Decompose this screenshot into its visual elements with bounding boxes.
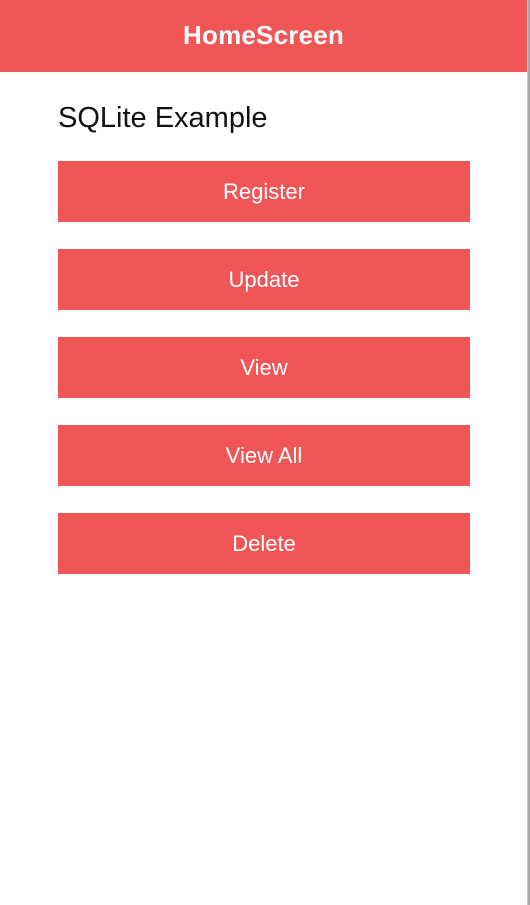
view-all-button[interactable]: View All xyxy=(58,425,470,486)
app-header: HomeScreen xyxy=(0,0,527,72)
delete-button[interactable]: Delete xyxy=(58,513,470,574)
view-button[interactable]: View xyxy=(58,337,470,398)
header-title: HomeScreen xyxy=(183,20,344,50)
page-title: SQLite Example xyxy=(58,102,268,134)
action-button-list: Register Update View View All Delete xyxy=(58,161,470,574)
update-button[interactable]: Update xyxy=(58,249,470,310)
home-screen: HomeScreen SQLite Example Register Updat… xyxy=(0,0,527,905)
register-button[interactable]: Register xyxy=(58,161,470,222)
